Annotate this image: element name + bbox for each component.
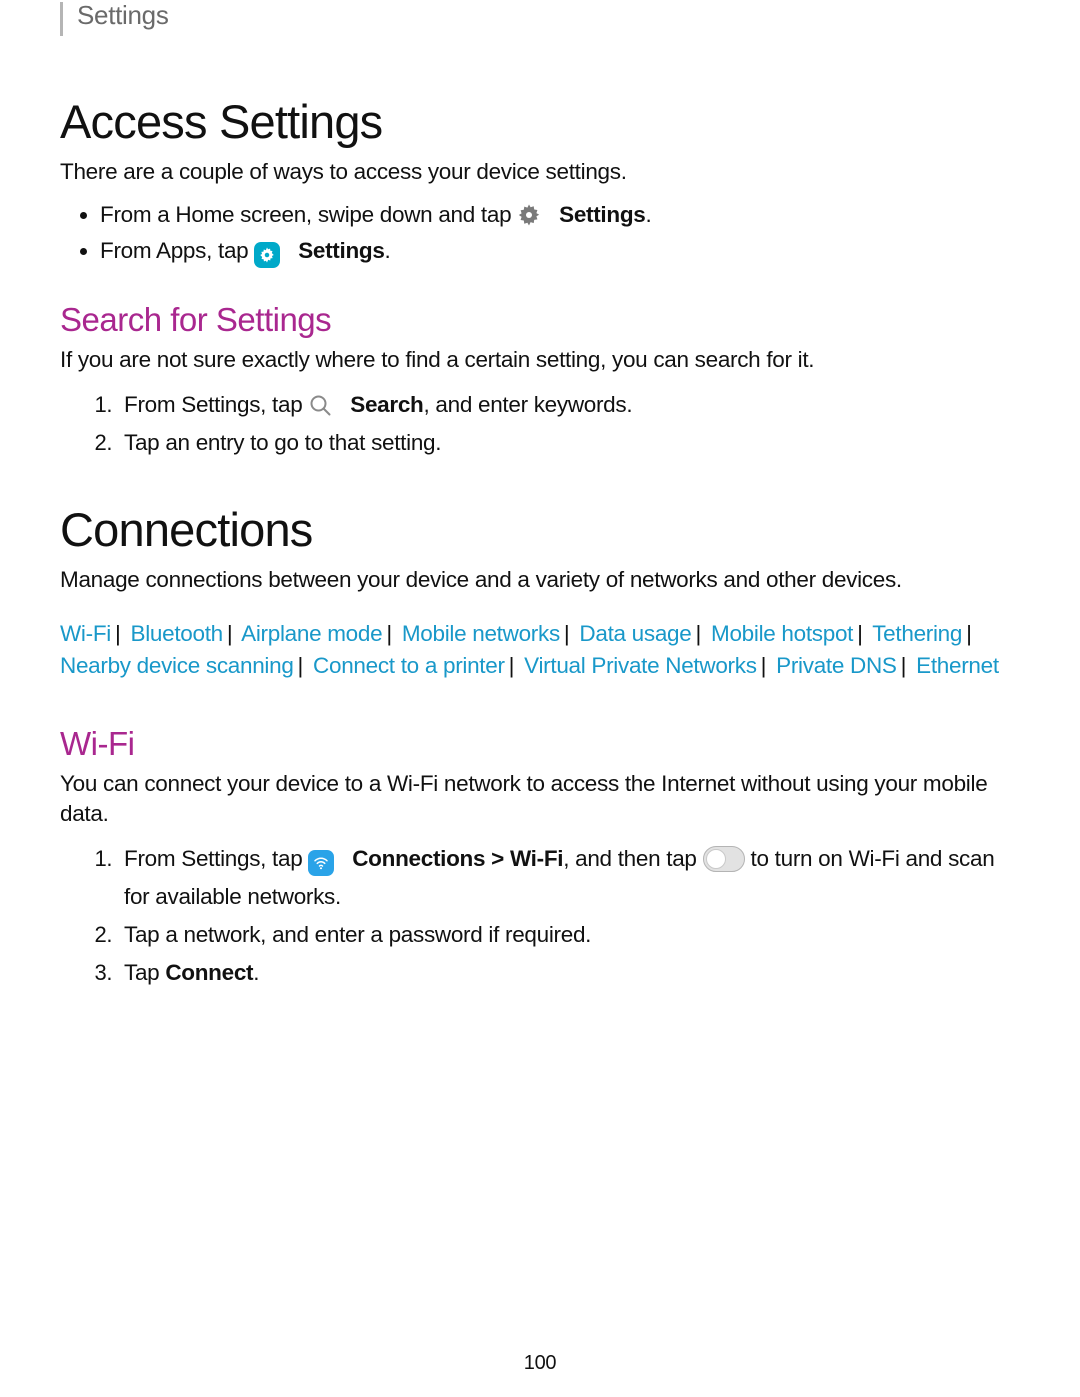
- text-bold: Wi-Fi: [510, 846, 563, 871]
- list-item: Tap a network, and enter a password if r…: [118, 916, 1020, 954]
- text: From Settings, tap: [124, 846, 308, 871]
- list-item: Tap an entry to go to that setting.: [118, 424, 1020, 462]
- access-settings-list: From a Home screen, swipe down and tap S…: [60, 197, 1020, 269]
- text: , and then tap: [563, 846, 702, 871]
- link-private-dns[interactable]: Private DNS: [776, 653, 896, 678]
- text: .: [645, 202, 651, 227]
- text-bold: Settings: [559, 202, 645, 227]
- settings-app-icon: [254, 242, 280, 268]
- connections-links: Wi-Fi| Bluetooth| Airplane mode| Mobile …: [60, 618, 1020, 683]
- link-mobile-networks[interactable]: Mobile networks: [402, 621, 560, 646]
- page-number: 100: [0, 1352, 1080, 1375]
- wifi-title: Wi-Fi: [60, 725, 1020, 763]
- link-ethernet[interactable]: Ethernet: [916, 653, 999, 678]
- access-settings-title: Access Settings: [60, 94, 1020, 149]
- link-vpn[interactable]: Virtual Private Networks: [524, 653, 756, 678]
- search-icon: [308, 391, 332, 415]
- list-item: From Settings, tap Search, and enter key…: [118, 386, 1020, 424]
- text: From a Home screen, swipe down and tap: [100, 202, 517, 227]
- page-container: Settings Access Settings There are a cou…: [0, 0, 1080, 1397]
- link-mobile-hotspot[interactable]: Mobile hotspot: [711, 621, 853, 646]
- text-bold: >: [485, 846, 510, 871]
- link-bluetooth[interactable]: Bluetooth: [130, 621, 222, 646]
- text: , and enter keywords.: [423, 392, 632, 417]
- link-wifi[interactable]: Wi-Fi: [60, 621, 111, 646]
- list-item: From Apps, tap Settings.: [100, 233, 1020, 269]
- text: .: [385, 238, 391, 263]
- text: Tap: [124, 960, 165, 985]
- text: .: [253, 960, 259, 985]
- search-settings-steps: From Settings, tap Search, and enter key…: [60, 386, 1020, 463]
- link-airplane-mode[interactable]: Airplane mode: [241, 621, 382, 646]
- breadcrumb: Settings: [60, 0, 1020, 40]
- connections-intro: Manage connections between your device a…: [60, 565, 1020, 595]
- text: From Settings, tap: [124, 392, 308, 417]
- link-data-usage[interactable]: Data usage: [579, 621, 691, 646]
- search-settings-intro: If you are not sure exactly where to fin…: [60, 345, 1020, 375]
- link-nearby-device-scanning[interactable]: Nearby device scanning: [60, 653, 294, 678]
- list-item: From Settings, tap Connections > Wi-Fi, …: [118, 840, 1020, 917]
- connections-title: Connections: [60, 502, 1020, 557]
- connections-icon: [308, 850, 334, 876]
- text-bold: Search: [350, 392, 423, 417]
- list-item: From a Home screen, swipe down and tap S…: [100, 197, 1020, 233]
- gear-icon: [517, 202, 541, 226]
- breadcrumb-label: Settings: [77, 0, 169, 31]
- toggle-off-icon: [703, 846, 745, 872]
- link-tethering[interactable]: Tethering: [872, 621, 962, 646]
- breadcrumb-rule: [60, 2, 63, 36]
- link-connect-to-printer[interactable]: Connect to a printer: [313, 653, 505, 678]
- search-settings-title: Search for Settings: [60, 301, 1020, 339]
- wifi-intro: You can connect your device to a Wi-Fi n…: [60, 769, 1020, 830]
- text-bold: Connect: [165, 960, 253, 985]
- wifi-steps: From Settings, tap Connections > Wi-Fi, …: [60, 840, 1020, 993]
- text-bold: Settings: [298, 238, 384, 263]
- access-settings-intro: There are a couple of ways to access you…: [60, 157, 1020, 187]
- text: From Apps, tap: [100, 238, 254, 263]
- text-bold: Connections: [352, 846, 485, 871]
- list-item: Tap Connect.: [118, 954, 1020, 992]
